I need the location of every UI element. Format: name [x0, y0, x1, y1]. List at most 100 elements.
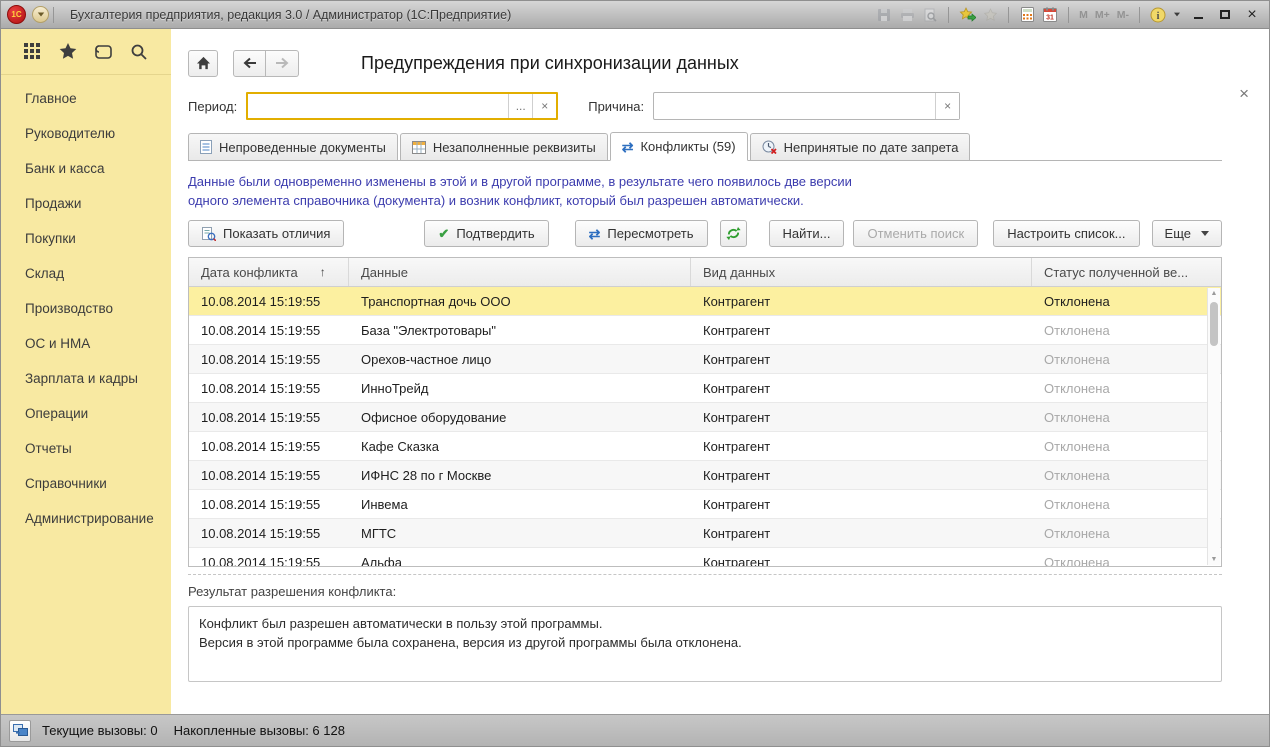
reason-clear-icon[interactable]: × [935, 93, 959, 119]
table-body: 10.08.2014 15:19:55 Транспортная дочь ОО… [189, 287, 1221, 567]
back-button[interactable] [233, 50, 266, 77]
sidebar-item-0[interactable]: Главное [1, 81, 171, 116]
refresh-button[interactable] [720, 220, 747, 247]
print-icon[interactable] [898, 6, 916, 24]
tabstrip: Непроведенные документы Незаполненные ре… [188, 132, 1222, 161]
cell-data: Офисное оборудование [349, 403, 691, 431]
table-row[interactable]: 10.08.2014 15:19:55 Кафе Сказка Контраге… [189, 432, 1221, 461]
reason-input[interactable] [654, 93, 935, 119]
sync-conflict-icon: ⇄ [589, 227, 601, 241]
more-button[interactable]: Еще [1152, 220, 1222, 247]
table-scrollbar[interactable]: ▲ ▼ [1207, 288, 1220, 565]
sidebar-item-11[interactable]: Справочники [1, 466, 171, 501]
cell-date: 10.08.2014 15:19:55 [189, 519, 349, 547]
confirm-button[interactable]: ✔ Подтвердить [424, 220, 548, 247]
table-row[interactable]: 10.08.2014 15:19:55 Транспортная дочь ОО… [189, 287, 1221, 316]
memory-recall-button[interactable]: M [1078, 9, 1089, 21]
statusbar: Текущие вызовы: 0 Накопленные вызовы: 6 … [1, 714, 1269, 746]
memory-minus-button[interactable]: M- [1116, 9, 1130, 21]
cell-status: Отклонена [1032, 316, 1221, 344]
cell-status: Отклонена [1032, 345, 1221, 373]
home-button[interactable] [188, 50, 218, 77]
scroll-down-icon[interactable]: ▼ [1208, 556, 1220, 563]
cell-data: Транспортная дочь ООО [349, 287, 691, 315]
sidebar-item-7[interactable]: ОС и НМА [1, 326, 171, 361]
column-header-kind[interactable]: Вид данных [691, 258, 1032, 286]
find-button[interactable]: Найти... [769, 220, 845, 247]
cell-date: 10.08.2014 15:19:55 [189, 548, 349, 567]
main-content: × Предупреждения при синхронизации [171, 29, 1269, 714]
cell-data: МГТС [349, 519, 691, 547]
info-dropdown-icon[interactable] [1172, 6, 1182, 24]
period-input[interactable] [248, 94, 508, 118]
period-ellipsis-button[interactable]: ... [508, 94, 532, 118]
1c-logo-icon[interactable]: 1С [7, 5, 26, 24]
column-header-status[interactable]: Статус полученной ве... [1032, 258, 1221, 286]
favorites-star-icon[interactable] [57, 41, 79, 63]
table-row[interactable]: 10.08.2014 15:19:55 ИнноТрейд Контрагент… [189, 374, 1221, 403]
reason-label: Причина: [588, 99, 644, 114]
search-icon[interactable] [128, 41, 150, 63]
maximize-button[interactable] [1214, 6, 1236, 24]
column-header-date[interactable]: Дата конфликта ↑ [189, 258, 349, 286]
info-icon[interactable]: i [1149, 6, 1167, 24]
cancel-search-button[interactable]: Отменить поиск [853, 220, 978, 247]
tab-conflicts[interactable]: ⇄ Конфликты (59) [610, 132, 748, 161]
sidebar-item-9[interactable]: Операции [1, 396, 171, 431]
sidebar-item-1[interactable]: Руководителю [1, 116, 171, 151]
print-preview-icon[interactable] [921, 6, 939, 24]
cell-kind: Контрагент [691, 287, 1032, 315]
tab-rejected-by-date[interactable]: Непринятые по дате запрета [750, 133, 971, 160]
cell-status: Отклонена [1032, 432, 1221, 460]
table-row[interactable]: 10.08.2014 15:19:55 ИФНС 28 по г Москве … [189, 461, 1221, 490]
cell-date: 10.08.2014 15:19:55 [189, 432, 349, 460]
sidebar-item-3[interactable]: Продажи [1, 186, 171, 221]
sidebar-item-6[interactable]: Производство [1, 291, 171, 326]
sidebar-item-4[interactable]: Покупки [1, 221, 171, 256]
memory-plus-button[interactable]: M+ [1094, 9, 1111, 21]
apps-grid-icon[interactable] [22, 41, 44, 63]
sidebar-item-2[interactable]: Банк и касса [1, 151, 171, 186]
form-close-icon[interactable]: × [1239, 85, 1249, 102]
sync-conflict-icon: ⇄ [622, 140, 634, 154]
history-icon[interactable] [93, 41, 115, 63]
sidebar: ГлавноеРуководителюБанк и кассаПродажиПо… [1, 29, 171, 714]
tab-unposted-documents[interactable]: Непроведенные документы [188, 133, 398, 160]
divider [1068, 7, 1069, 23]
calls-monitor-icon[interactable] [9, 720, 31, 742]
cell-kind: Контрагент [691, 316, 1032, 344]
table-row[interactable]: 10.08.2014 15:19:55 Альфа Контрагент Отк… [189, 548, 1221, 567]
sidebar-item-12[interactable]: Администрирование [1, 501, 171, 536]
period-clear-icon[interactable]: × [532, 94, 556, 118]
table-row[interactable]: 10.08.2014 15:19:55 Инвема Контрагент От… [189, 490, 1221, 519]
calendar-icon[interactable]: 31 [1041, 6, 1059, 24]
forward-button[interactable] [266, 50, 299, 77]
cell-kind: Контрагент [691, 432, 1032, 460]
toolbar: Показать отличия ✔ Подтвердить ⇄ Пересмо… [188, 220, 1222, 247]
sidebar-item-10[interactable]: Отчеты [1, 431, 171, 466]
diff-icon [202, 227, 216, 241]
close-button[interactable]: × [1241, 6, 1263, 24]
favorites-icon[interactable] [981, 6, 999, 24]
column-header-data[interactable]: Данные [349, 258, 691, 286]
sidebar-item-8[interactable]: Зарплата и кадры [1, 361, 171, 396]
scrollbar-thumb[interactable] [1210, 302, 1218, 346]
minimize-button[interactable] [1187, 6, 1209, 24]
table-row[interactable]: 10.08.2014 15:19:55 Орехов-частное лицо … [189, 345, 1221, 374]
table-row[interactable]: 10.08.2014 15:19:55 МГТС Контрагент Откл… [189, 519, 1221, 548]
table-row[interactable]: 10.08.2014 15:19:55 База "Электротовары"… [189, 316, 1221, 345]
tab-label: Конфликты (59) [640, 139, 735, 154]
tab-unfilled-attributes[interactable]: Незаполненные реквизиты [400, 133, 608, 160]
review-button[interactable]: ⇄ Пересмотреть [575, 220, 708, 247]
session-menu-icon[interactable] [32, 6, 49, 23]
cell-status: Отклонена [1032, 461, 1221, 489]
scroll-up-icon[interactable]: ▲ [1208, 290, 1220, 297]
sidebar-item-5[interactable]: Склад [1, 256, 171, 291]
table-row[interactable]: 10.08.2014 15:19:55 Офисное оборудование… [189, 403, 1221, 432]
configure-list-button[interactable]: Настроить список... [993, 220, 1139, 247]
show-differences-button[interactable]: Показать отличия [188, 220, 344, 247]
add-favorite-icon[interactable] [958, 6, 976, 24]
splitter[interactable] [188, 574, 1222, 575]
save-icon[interactable] [875, 6, 893, 24]
calculator-icon[interactable] [1018, 6, 1036, 24]
